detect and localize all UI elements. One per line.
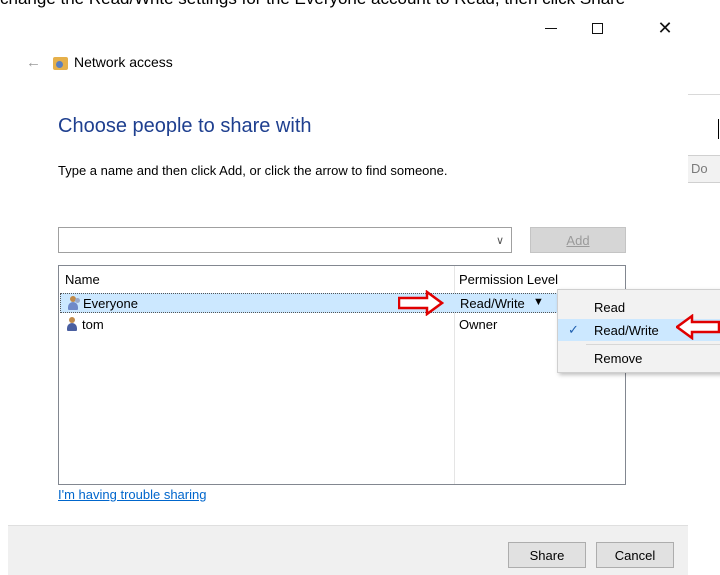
row-name: Everyone xyxy=(83,296,138,311)
name-input[interactable] xyxy=(59,228,489,252)
user-icon xyxy=(65,317,79,331)
add-button[interactable]: Add xyxy=(530,227,626,253)
minimize-icon xyxy=(545,27,557,29)
cancel-button[interactable]: Cancel xyxy=(596,542,674,568)
back-arrow-icon[interactable]: ← xyxy=(26,54,41,71)
people-list[interactable]: Name Permission Level Everyone Read/Writ… xyxy=(58,265,626,485)
close-icon: ✕ xyxy=(657,18,673,38)
title-bar: ✕ xyxy=(8,10,688,46)
share-button[interactable]: Share xyxy=(508,542,586,568)
minimize-button[interactable] xyxy=(528,10,574,46)
list-row-tom[interactable]: tom Owner xyxy=(60,315,624,335)
list-header: Name Permission Level xyxy=(59,266,625,290)
instructions-text: Type a name and then click Add, or click… xyxy=(58,163,448,178)
app-title: Network access xyxy=(74,54,173,70)
chevron-down-icon[interactable]: ∨ xyxy=(489,228,511,252)
menu-separator xyxy=(586,344,720,345)
background-window-cursor xyxy=(718,119,719,139)
trouble-sharing-link[interactable]: I'm having trouble sharing xyxy=(58,487,206,502)
cropped-caption: change the Read/Write settings for the E… xyxy=(0,0,720,10)
background-window-field: Do xyxy=(684,155,720,183)
annotation-arrow-right-icon xyxy=(398,290,444,316)
row-permission: Owner xyxy=(459,317,498,332)
maximize-button[interactable] xyxy=(574,10,620,46)
row-name: tom xyxy=(82,317,104,332)
footer-bar xyxy=(8,525,688,575)
caret-down-icon[interactable]: ▼ xyxy=(533,296,544,308)
group-icon xyxy=(66,296,80,310)
maximize-icon xyxy=(591,22,603,34)
close-button[interactable]: ✕ xyxy=(642,10,688,46)
network-access-icon xyxy=(53,57,68,70)
page-heading: Choose people to share with xyxy=(58,115,312,137)
annotation-arrow-left-icon xyxy=(676,314,720,340)
name-combobox[interactable]: ∨ xyxy=(58,227,512,253)
checkmark-icon: ✓ xyxy=(568,322,579,337)
row-permission[interactable]: Read/Write xyxy=(460,296,525,311)
column-permission-header[interactable]: Permission Level xyxy=(459,272,558,287)
column-name-header[interactable]: Name xyxy=(65,272,100,287)
caption-text: change the Read/Write settings for the E… xyxy=(0,0,625,9)
list-row-everyone[interactable]: Everyone Read/Write ▼ xyxy=(60,293,624,313)
menu-item-remove[interactable]: Remove xyxy=(558,347,720,369)
